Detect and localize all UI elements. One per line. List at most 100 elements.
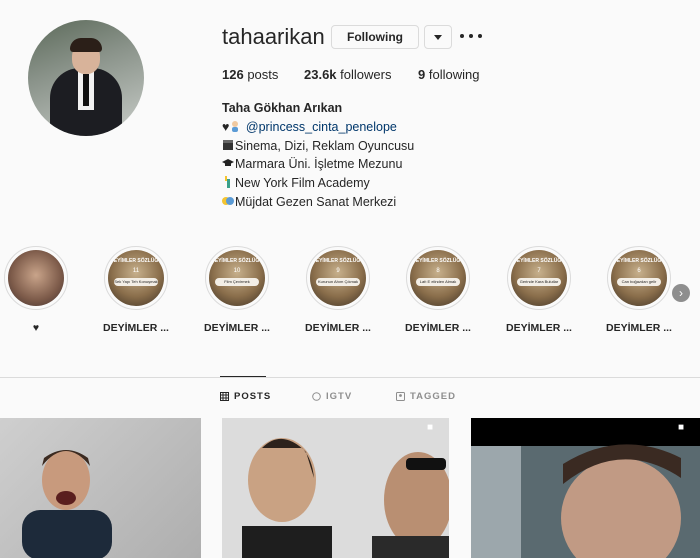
highlight-cover-title: DEYİMLER SÖZLÜĞÜ xyxy=(312,258,364,264)
video-camera-icon: ■ xyxy=(427,422,434,433)
highlight-label: DEYİMLER ... xyxy=(606,322,672,334)
tab-igtv-label: IGTV xyxy=(326,391,353,402)
following-count: 9 xyxy=(418,67,426,82)
tab-posts-label: POSTS xyxy=(234,391,272,402)
dot-icon xyxy=(469,34,473,38)
heart-prefix: ♥ xyxy=(222,119,230,134)
dot-icon xyxy=(460,34,464,38)
highlight-cover-number: 10 xyxy=(233,268,241,274)
highlight-label: DEYİMLER ... xyxy=(204,322,270,334)
highlight-cover: DEYİMLER SÖZLÜĞÜ 8 Lafı E elinden Almak xyxy=(410,250,466,306)
highlight-label: ♥ xyxy=(32,322,40,334)
highlight-cover-number: 9 xyxy=(336,268,340,274)
highlight-item[interactable]: DEYİMLER SÖZLÜĞÜ 11 Sek Yapı Teh Konuşma… xyxy=(96,246,176,334)
tab-tagged-label: TAGGED xyxy=(410,391,456,402)
highlight-ring: DEYİMLER SÖZLÜĞÜ 6 Can boğazdan gelir xyxy=(607,246,671,310)
highlights-next-arrow-icon[interactable]: › xyxy=(672,284,690,302)
highlight-label: DEYİMLER ... xyxy=(305,322,371,334)
highlight-cover-title: DEYİMLER SÖZLÜĞÜ xyxy=(412,258,464,264)
highlight-cover-text: Sek Yapı Teh Konuşmak xyxy=(114,278,158,286)
highlight-item[interactable]: DEYİMLER SÖZLÜĞÜ 6 Can boğazdan gelir DE… xyxy=(599,246,679,334)
highlight-cover-text: Can boğazdan gelir xyxy=(617,278,661,286)
theater-masks-icon xyxy=(222,196,234,205)
post-video-still xyxy=(471,418,700,558)
post-photo-two-men xyxy=(222,418,449,558)
bio-line-mention: ♥ @princess_cinta_penelope xyxy=(222,118,414,137)
post-thumbnail[interactable]: ■ xyxy=(471,418,700,558)
highlight-ring: DEYİMLER SÖZLÜĞÜ 7 Gerinde Kara Bulutlar xyxy=(507,246,571,310)
mention-link[interactable]: @princess_cinta_penelope xyxy=(246,120,397,134)
highlight-ring: DEYİMLER SÖZLÜĞÜ 8 Lafı E elinden Almak xyxy=(406,246,470,310)
profile-username: tahaarikan xyxy=(222,24,325,49)
suggested-dropdown-button[interactable] xyxy=(424,25,452,49)
highlight-cover-title: DEYİMLER SÖZLÜĞÜ xyxy=(513,258,565,264)
baby-icon xyxy=(232,120,239,132)
highlight-cover-number: 6 xyxy=(637,268,641,274)
highlight-cover-face xyxy=(8,250,64,306)
highlight-cover: DEYİMLER SÖZLÜĞÜ 11 Sek Yapı Teh Konuşma… xyxy=(108,250,164,306)
active-tab-indicator xyxy=(220,376,266,377)
avatar-hair xyxy=(70,38,102,52)
post-thumbnail[interactable]: ■ xyxy=(222,418,449,558)
highlight-item[interactable]: DEYİMLER SÖZLÜĞÜ 9 Kurunun Ahım Çıkmak D… xyxy=(298,246,378,334)
highlight-item[interactable]: DEYİMLER SÖZLÜĞÜ 7 Gerinde Kara Bulutlar… xyxy=(499,246,579,334)
full-name: Taha Gökhan Arıkan xyxy=(222,101,343,115)
highlight-item[interactable]: DEYİMLER SÖZLÜĞÜ 8 Lafı E elinden Almak … xyxy=(398,246,478,334)
followers-label: followers xyxy=(340,67,392,82)
highlight-cover-number: 7 xyxy=(537,268,541,274)
highlight-label: DEYİMLER ... xyxy=(405,322,471,334)
grid-icon xyxy=(220,392,229,401)
chevron-down-icon xyxy=(434,34,442,40)
following-stat[interactable]: 9 following xyxy=(418,67,479,82)
tab-posts[interactable]: POSTS xyxy=(220,391,271,402)
followers-stat[interactable]: 23.6k followers xyxy=(304,67,391,82)
profile-bio: Taha Gökhan Arıkan ♥ @princess_cinta_pen… xyxy=(222,99,414,212)
tabs-divider xyxy=(0,377,700,378)
tab-tagged[interactable]: TAGGED xyxy=(396,391,456,402)
posts-label: posts xyxy=(247,67,279,82)
highlight-ring: DEYİMLER SÖZLÜĞÜ 10 Film Çevirmek xyxy=(205,246,269,310)
dot-icon xyxy=(478,34,482,38)
highlight-cover-number: 8 xyxy=(436,268,440,274)
highlight-cover-text: Kurunun Ahım Çıkmak xyxy=(316,278,360,286)
tab-igtv[interactable]: IGTV xyxy=(312,391,352,402)
bio-line-university: Marmara Üni. İşletme Mezunu xyxy=(222,155,414,174)
highlight-cover-title: DEYİMLER SÖZLÜĞÜ xyxy=(613,258,665,264)
bio-line-academy: New York Film Academy xyxy=(222,174,414,193)
igtv-video-icon: ■ xyxy=(678,422,685,433)
graduation-cap-icon xyxy=(222,159,234,167)
highlight-cover: DEYİMLER SÖZLÜĞÜ 9 Kurunun Ahım Çıkmak xyxy=(310,250,366,306)
highlight-label: DEYİMLER ... xyxy=(103,322,169,334)
highlight-ring xyxy=(4,246,68,310)
igtv-icon xyxy=(312,392,321,401)
following-label: following xyxy=(428,67,480,82)
more-options-button[interactable] xyxy=(460,28,482,44)
highlight-cover-text: Lafı E elinden Almak xyxy=(416,278,460,286)
highlight-cover-title: DEYİMLER SÖZLÜĞÜ xyxy=(211,258,263,264)
avatar-tie xyxy=(83,74,89,106)
highlight-ring: DEYİMLER SÖZLÜĞÜ 9 Kurunun Ahım Çıkmak xyxy=(306,246,370,310)
highlight-cover-number: 11 xyxy=(132,268,140,274)
story-highlights: ♥ DEYİMLER SÖZLÜĞÜ 11 Sek Yapı Teh Konuş… xyxy=(0,246,700,336)
post-thumbnail[interactable] xyxy=(0,418,201,558)
highlight-item[interactable]: DEYİMLER SÖZLÜĞÜ 10 Film Çevirmek DEYİML… xyxy=(197,246,277,334)
highlight-cover: DEYİMLER SÖZLÜĞÜ 6 Can boğazdan gelir xyxy=(611,250,667,306)
bio-acting-text: Sinema, Dizi, Reklam Oyuncusu xyxy=(235,138,415,153)
highlight-cover: DEYİMLER SÖZLÜĞÜ 10 Film Çevirmek xyxy=(209,250,265,306)
bio-art-center-text: Müjdat Gezen Sanat Merkezi xyxy=(235,194,397,209)
highlight-cover-title: DEYİMLER SÖZLÜĞÜ xyxy=(110,258,162,264)
highlight-cover-text: Film Çevirmek xyxy=(215,278,259,286)
highlight-item[interactable]: ♥ xyxy=(0,246,76,334)
followers-count: 23.6k xyxy=(304,67,337,82)
clapperboard-icon xyxy=(223,139,233,150)
following-button[interactable]: Following xyxy=(331,25,419,49)
highlight-label: DEYİMLER ... xyxy=(506,322,572,334)
posts-stat: 126 posts xyxy=(222,67,278,82)
bio-line-acting: Sinema, Dizi, Reklam Oyuncusu xyxy=(222,137,414,156)
post-photo-person xyxy=(22,450,112,558)
profile-tabs: POSTS IGTV TAGGED xyxy=(0,391,700,405)
profile-avatar[interactable] xyxy=(28,20,144,136)
highlight-cover: DEYİMLER SÖZLÜĞÜ 7 Gerinde Kara Bulutlar xyxy=(511,250,567,306)
bio-university-text: Marmara Üni. İşletme Mezunu xyxy=(235,157,403,172)
posts-count: 126 xyxy=(222,67,244,82)
